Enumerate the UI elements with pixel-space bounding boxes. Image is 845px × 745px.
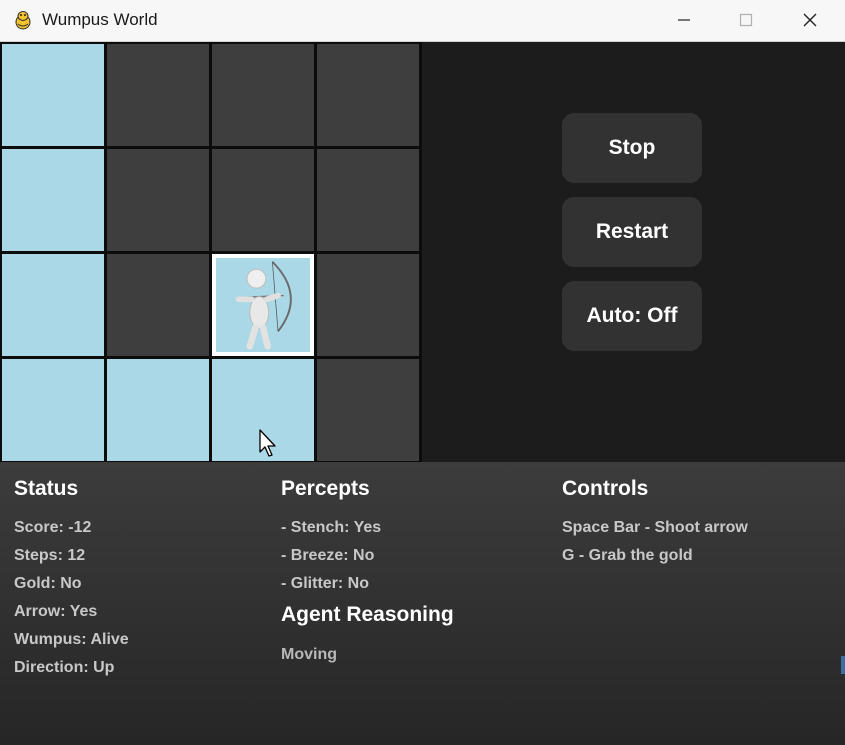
board-cell[interactable] [212, 149, 314, 251]
info-panel: Status Score: -12 Steps: 12 Gold: No Arr… [0, 462, 845, 745]
minimize-button[interactable] [656, 0, 712, 40]
board-cell[interactable] [317, 254, 419, 356]
game-area: Stop Restart Auto: Off [0, 42, 845, 462]
board-cell[interactable] [2, 254, 104, 356]
status-wumpus: Wumpus: Alive [14, 631, 129, 648]
board-cell[interactable] [107, 254, 209, 356]
board-cell-agent[interactable] [212, 254, 314, 356]
board-cell[interactable] [107, 149, 209, 251]
board-cell[interactable] [317, 149, 419, 251]
reasoning-text: Moving [281, 646, 337, 663]
board-cell[interactable] [2, 149, 104, 251]
board-cell[interactable] [317, 44, 419, 146]
percepts-heading: Percepts [281, 477, 370, 500]
window-title: Wumpus World [42, 10, 158, 29]
board-cell[interactable] [317, 359, 419, 461]
close-button[interactable] [782, 0, 838, 40]
status-arrow: Arrow: Yes [14, 603, 98, 620]
window-titlebar: Wumpus World [0, 0, 845, 42]
board-cell[interactable] [2, 359, 104, 461]
percept-stench: - Stench: Yes [281, 519, 382, 536]
pygame-snake-icon [15, 11, 31, 30]
status-direction: Direction: Up [14, 659, 115, 676]
maximize-icon [739, 13, 753, 27]
status-score: Score: -12 [14, 519, 92, 536]
board-cell[interactable] [107, 359, 209, 461]
minimize-icon [678, 19, 690, 21]
board-cell[interactable] [107, 44, 209, 146]
percept-glitter: - Glitter: No [281, 575, 369, 592]
status-steps: Steps: 12 [14, 547, 86, 564]
archer-icon [235, 261, 292, 350]
window-edge-indicator [841, 656, 845, 674]
board-cell[interactable] [212, 44, 314, 146]
restart-button[interactable]: Restart [562, 197, 702, 267]
reasoning-heading: Agent Reasoning [281, 603, 454, 626]
game-board[interactable] [0, 42, 422, 462]
stop-button[interactable]: Stop [562, 113, 702, 183]
maximize-button[interactable] [718, 0, 774, 40]
close-icon [803, 13, 817, 27]
agent-tile [216, 258, 310, 352]
percept-breeze: - Breeze: No [281, 547, 375, 564]
controls-heading: Controls [562, 477, 649, 500]
status-heading: Status [14, 477, 79, 500]
help-grab: G - Grab the gold [562, 547, 693, 564]
mouse-cursor-icon [259, 429, 276, 457]
help-shoot: Space Bar - Shoot arrow [562, 519, 748, 536]
auto-toggle-button[interactable]: Auto: Off [562, 281, 702, 351]
status-gold: Gold: No [14, 575, 82, 592]
board-cell[interactable] [2, 44, 104, 146]
